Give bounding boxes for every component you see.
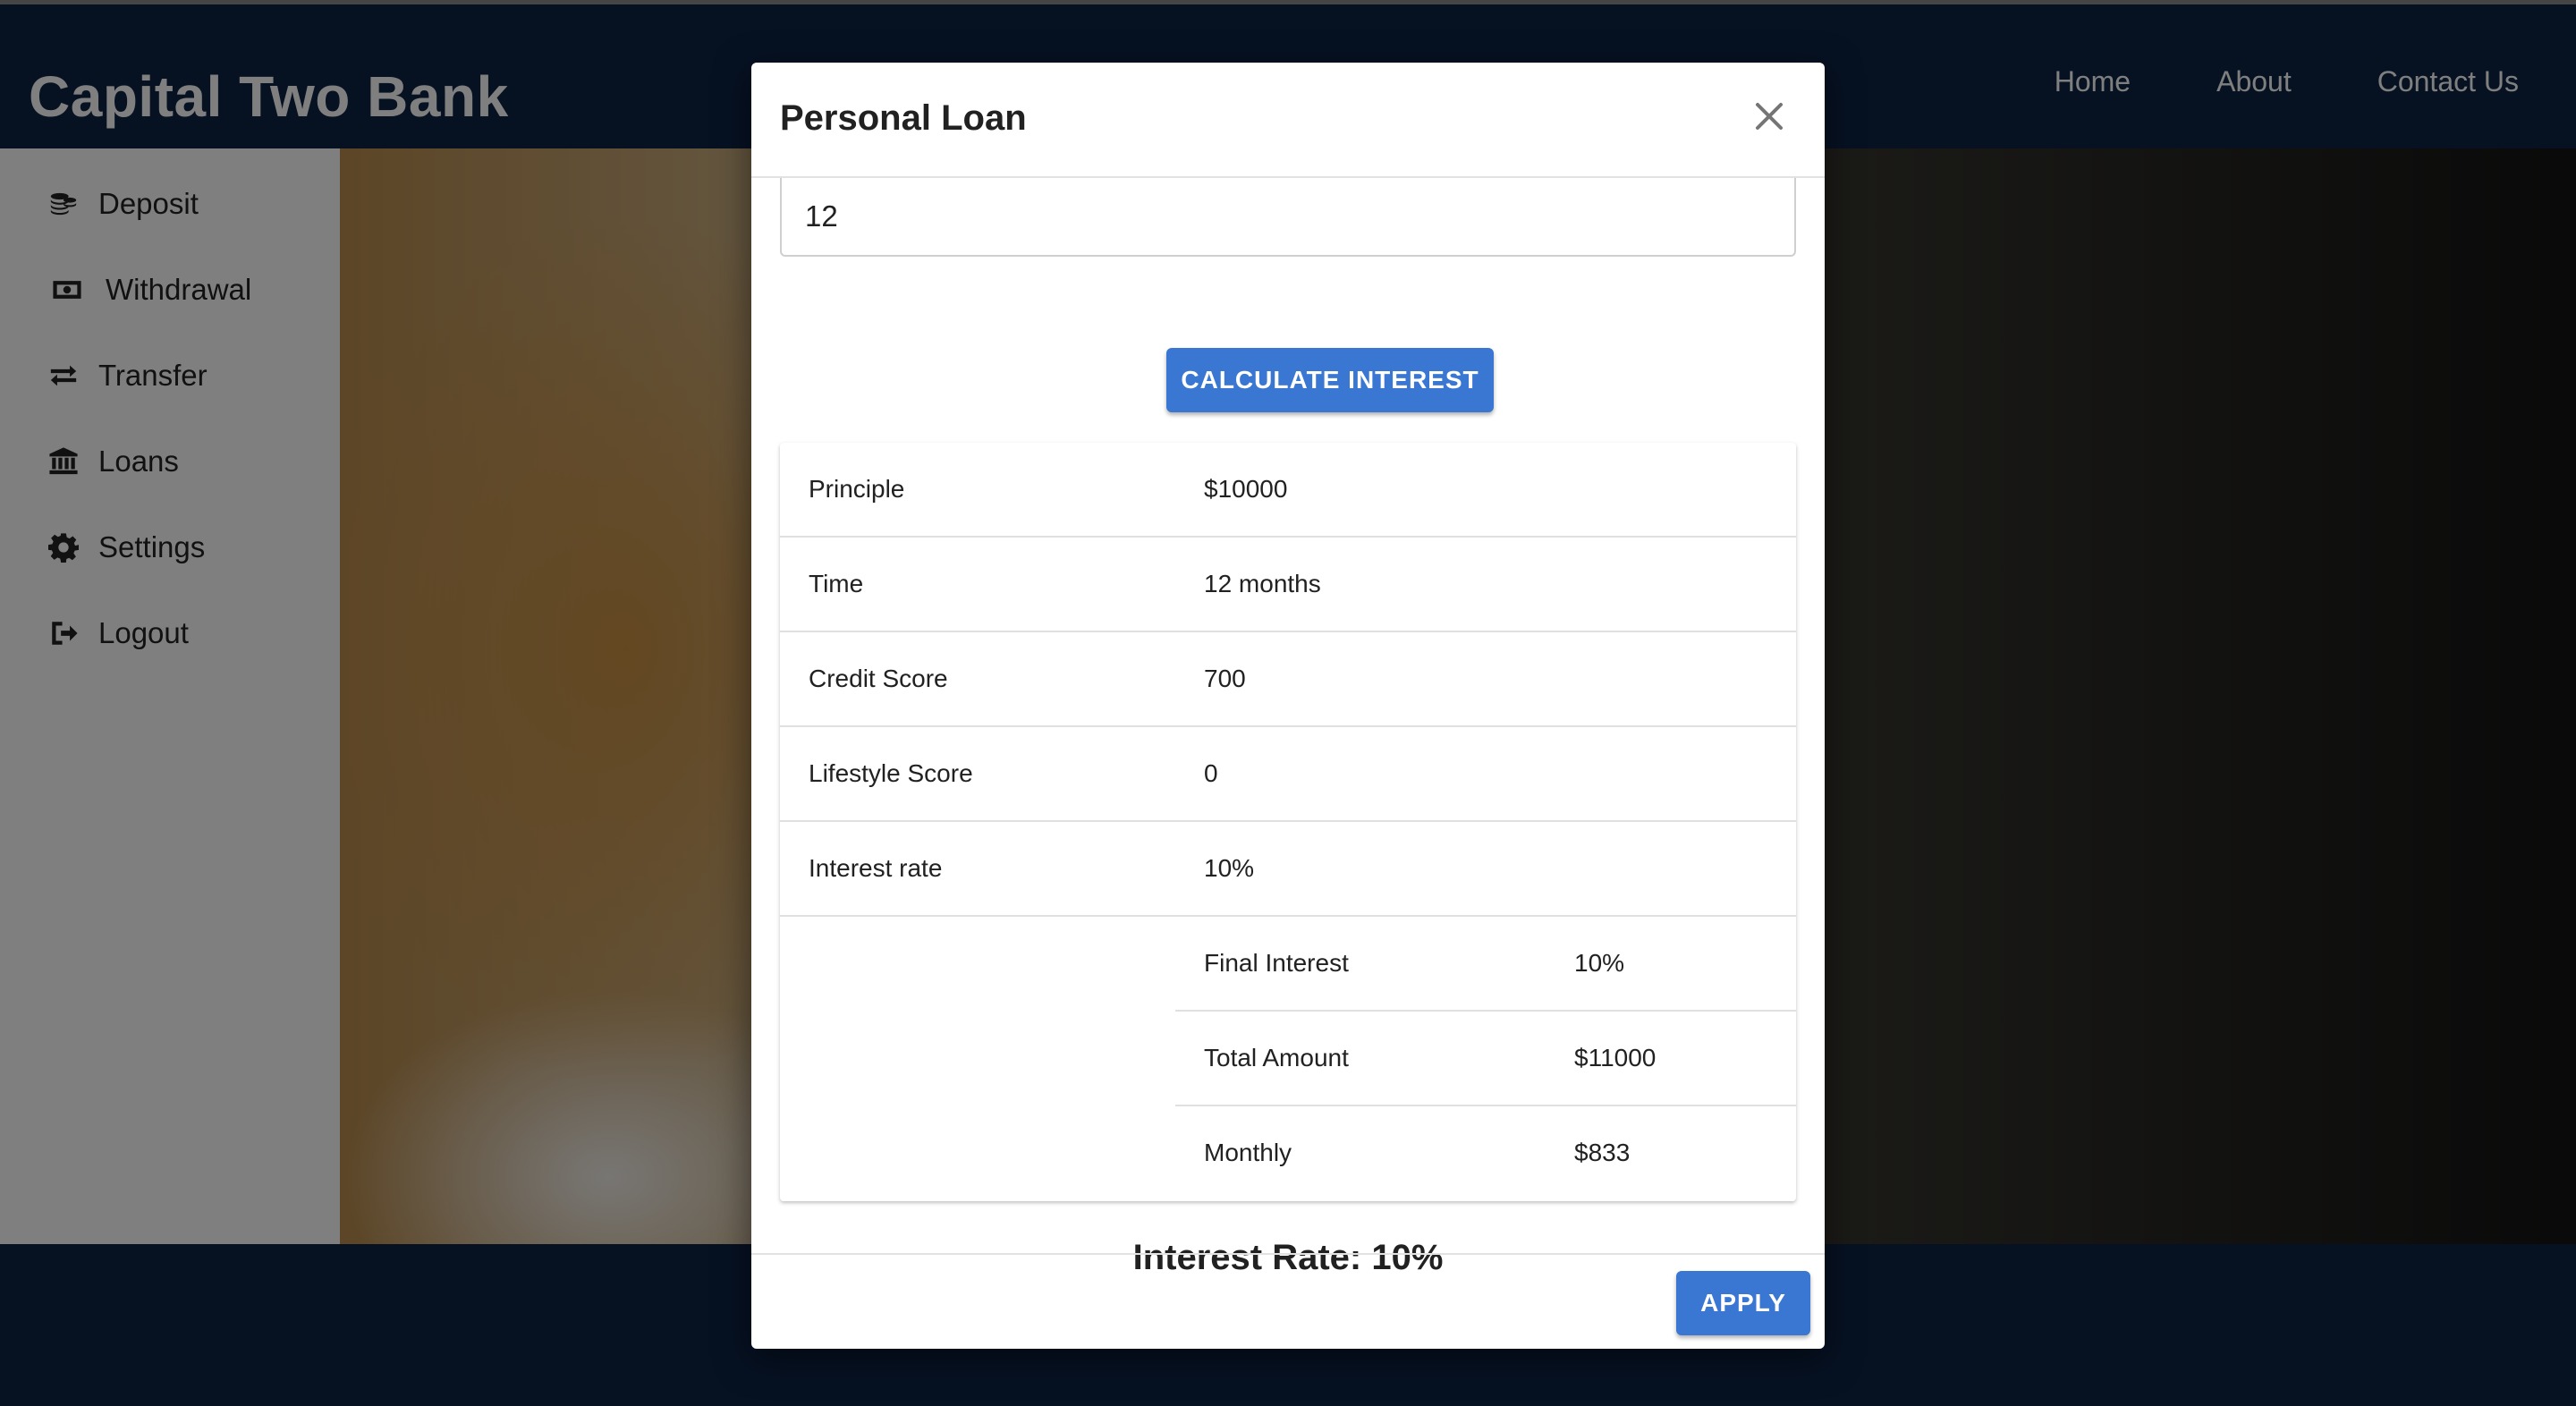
- table-row: Final Interest 10%: [1175, 917, 1796, 1012]
- row-label: Total Amount: [1204, 1044, 1349, 1071]
- table-row: Credit Score 700: [780, 632, 1796, 727]
- row-value: 700: [1204, 665, 1246, 692]
- row-value: $11000: [1574, 1044, 1657, 1071]
- row-value: 12 months: [1204, 570, 1321, 597]
- row-label: Time: [809, 570, 864, 597]
- interest-results-table: Principle $10000 Time 12 months Credit S…: [780, 443, 1796, 1201]
- personal-loan-dialog: Personal Loan CALCULATE INTEREST Princip…: [751, 63, 1825, 1349]
- row-value: 0: [1204, 759, 1218, 787]
- row-label: Interest rate: [809, 854, 943, 882]
- apply-button[interactable]: APPLY: [1676, 1271, 1810, 1335]
- calculate-interest-button[interactable]: CALCULATE INTEREST: [1166, 348, 1494, 412]
- table-row: Total Amount $11000: [1175, 1012, 1796, 1106]
- row-label: Final Interest: [1204, 949, 1349, 977]
- dialog-footer: APPLY: [751, 1253, 1825, 1349]
- row-value: 10%: [1574, 949, 1625, 977]
- table-row: Interest rate 10%: [780, 822, 1796, 917]
- row-label: Credit Score: [809, 665, 948, 692]
- row-label: Lifestyle Score: [809, 759, 973, 787]
- dialog-header: Personal Loan: [751, 63, 1825, 178]
- table-row: Time 12 months: [780, 538, 1796, 632]
- row-value: 10%: [1204, 854, 1255, 882]
- row-label: Principle: [809, 475, 905, 503]
- dialog-body: CALCULATE INTEREST Principle $10000 Time…: [780, 178, 1796, 1277]
- close-button[interactable]: [1748, 95, 1791, 138]
- months-input[interactable]: [780, 178, 1796, 257]
- table-row: Lifestyle Score 0: [780, 727, 1796, 822]
- close-icon: [1756, 103, 1783, 130]
- row-label: Monthly: [1204, 1139, 1292, 1166]
- table-row: Monthly $833: [1175, 1106, 1796, 1201]
- dialog-title: Personal Loan: [780, 98, 1027, 138]
- nested-results: Final Interest 10% Total Amount $11000 M…: [780, 917, 1796, 1201]
- table-row: Principle $10000: [780, 443, 1796, 538]
- row-value: $10000: [1204, 475, 1288, 503]
- row-value: $833: [1574, 1139, 1631, 1166]
